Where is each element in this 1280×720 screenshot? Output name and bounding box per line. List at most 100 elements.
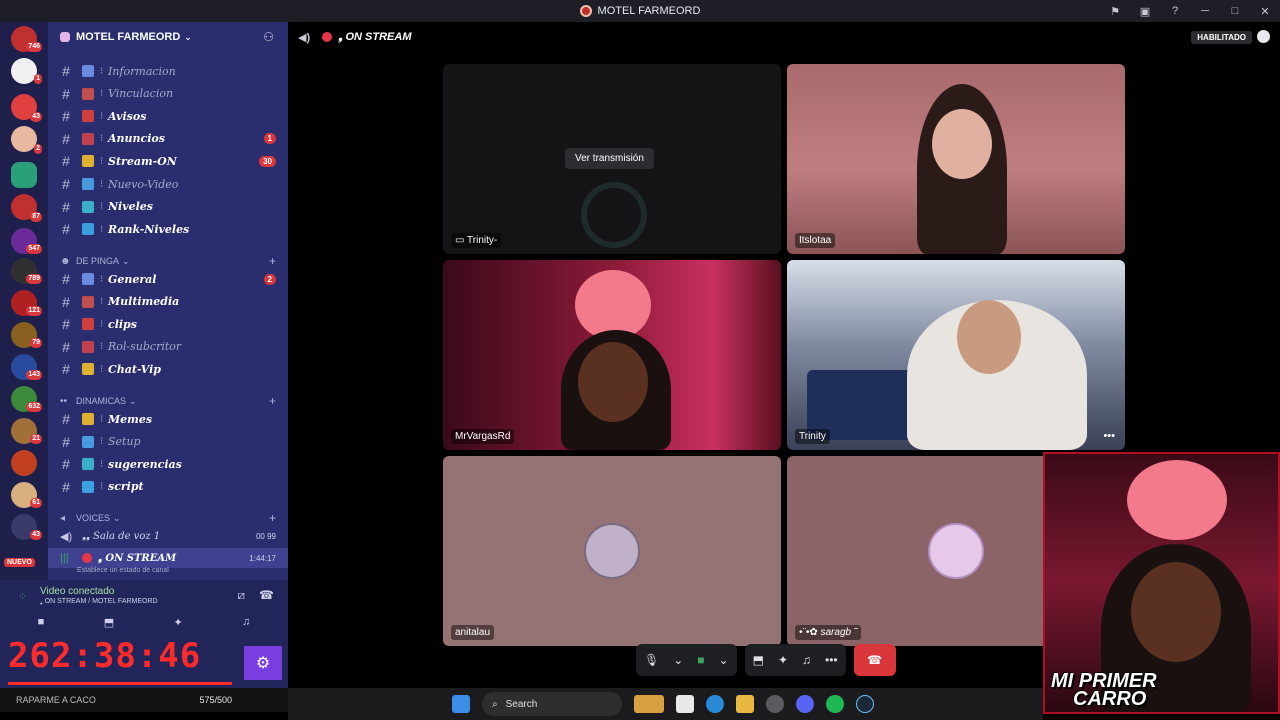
channel-item[interactable]: # ⁝ Chat-Vip — [48, 358, 288, 380]
help-icon[interactable]: ? — [1160, 5, 1190, 17]
tile-username: MrVargasRd — [451, 429, 515, 444]
inbox-icon[interactable]: ⚑ — [1100, 5, 1130, 18]
chevron-down-icon: ⌄ — [129, 395, 137, 406]
channel-item[interactable]: # ⁝ Rank-Niveles — [48, 218, 288, 240]
maximize-button[interactable]: □ — [1220, 5, 1250, 17]
audio-tile-anitalau[interactable]: anitalau — [443, 456, 781, 646]
channel-item[interactable]: # ⁝ Avisos — [48, 105, 288, 127]
noise-suppression-icon[interactable]: ⧄ — [237, 588, 245, 603]
timer-progress — [8, 682, 232, 685]
taskbar-search[interactable]: ⌕ Search — [482, 692, 622, 716]
channel-item[interactable]: # ⁝ Niveles — [48, 196, 288, 218]
timer-progress-fill — [8, 682, 232, 685]
channel-name: Avisos — [108, 109, 147, 123]
live-audio-icon: ||| — [60, 552, 69, 564]
video-tile-itslotaa[interactable]: Itslotaa — [787, 64, 1125, 254]
file-explorer-icon[interactable] — [736, 695, 754, 713]
screen-icon[interactable]: ▣ — [1130, 5, 1160, 18]
camera-icon[interactable]: ■ — [697, 653, 704, 667]
screen-share-icon: ▭ — [455, 235, 468, 246]
voice-location[interactable]: ❟ ON STREAM / MOTEL FARMEORD — [40, 598, 158, 606]
widget-icon[interactable] — [634, 695, 664, 713]
spotify-icon[interactable] — [826, 695, 844, 713]
camera-icon[interactable]: ■ — [38, 616, 45, 638]
channel-item[interactable]: # ⁝ Stream-ON 30 — [48, 150, 288, 172]
channel-item[interactable]: # ⁝ Setup — [48, 431, 288, 453]
steam-icon[interactable] — [856, 695, 874, 713]
voice-category-icon: ◂ — [60, 512, 66, 524]
folder-icon[interactable] — [11, 162, 37, 188]
stage-header: ◀) ❟ ON STREAM HABILITADO — [288, 22, 1280, 52]
server-header[interactable]: MOTEL FARMEORD ⌄ ⚇ — [48, 22, 288, 52]
voice-channel-name: ❟❟ Sala de voz 1 — [82, 530, 161, 542]
invite-people-icon[interactable]: ⚇ — [263, 30, 274, 44]
habilitado-badge[interactable]: HABILITADO — [1191, 31, 1252, 44]
category-voices[interactable]: ◂ VOICES ⌄ + — [48, 510, 288, 526]
edge-icon[interactable] — [706, 695, 724, 713]
channel-emoji-icon — [82, 110, 94, 123]
separator-icon: ⁝ — [100, 436, 104, 448]
channel-emoji-icon — [82, 223, 94, 236]
channel-status-prompt[interactable]: Establece un estado de canal — [77, 567, 169, 574]
channel-emoji-icon — [82, 87, 94, 100]
category-label: DE PINGA — [76, 256, 120, 266]
channel-item[interactable]: # ⁝ script — [48, 476, 288, 498]
video-tile-trinity[interactable]: Trinity ••• — [787, 260, 1125, 450]
channel-name: Rol-subcritor — [108, 340, 182, 354]
tile-username: Itslotaa — [795, 233, 836, 248]
discord-icon[interactable] — [796, 695, 814, 713]
screenshare-icon[interactable]: ⬒ — [104, 616, 114, 638]
separator-icon: ⁝ — [100, 458, 104, 470]
avatar — [584, 523, 640, 579]
speaker-icon: ◀) — [298, 31, 311, 44]
create-channel-icon[interactable]: + — [269, 254, 276, 268]
soundboard-icon[interactable]: ♫ — [802, 653, 811, 667]
settings-icon[interactable]: ⚙ — [244, 646, 282, 680]
channel-item[interactable]: # ⁝ clips — [48, 313, 288, 335]
channel-item[interactable]: # ⁝ Rol-subcritor — [48, 336, 288, 358]
disconnect-icon[interactable]: ☎ — [259, 588, 274, 603]
voice-channel-on-stream[interactable]: ||| ❟ ON STREAM 1:44:17 — [48, 548, 288, 568]
minimize-button[interactable]: ─ — [1190, 5, 1220, 17]
hashtag-icon: # — [62, 130, 70, 147]
screenshare-icon[interactable]: ⬒ — [753, 653, 764, 667]
activities-icon[interactable]: ✦ — [173, 616, 182, 638]
channel-item[interactable]: # ⁝ sugerencias — [48, 453, 288, 475]
stream-tile-trinity-screen[interactable]: Ver transmisión ▭ Trinity- — [443, 64, 781, 254]
channel-emoji-icon — [82, 363, 94, 376]
chevron-down-icon[interactable]: ⌄ — [719, 653, 729, 667]
channel-item[interactable]: # ⁝ General 2 — [48, 268, 288, 290]
channel-item[interactable]: # ⁝ Informacion — [48, 60, 288, 82]
channel-emoji-icon — [82, 132, 94, 145]
goal-count: 575/500 — [199, 695, 232, 705]
hang-up-button[interactable]: ☎ — [853, 644, 896, 676]
chevron-down-icon[interactable]: ⌄ — [673, 653, 683, 667]
watch-stream-button[interactable]: Ver transmisión — [565, 148, 654, 169]
channel-item[interactable]: # ⁝ Memes — [48, 408, 288, 430]
activities-icon[interactable]: ✦ — [778, 653, 788, 667]
server-icon[interactable] — [11, 450, 37, 476]
channel-item[interactable]: # ⁝ Vinculacion — [48, 83, 288, 105]
server-name: MOTEL FARMEORD — [76, 31, 181, 43]
video-tile-mrvargasrd[interactable]: MrVargasRd — [443, 260, 781, 450]
chrome-icon[interactable] — [766, 695, 784, 713]
server-icon[interactable] — [11, 58, 37, 84]
close-button[interactable]: ✕ — [1250, 5, 1280, 18]
voice-channel-sala[interactable]: ◀) ❟❟ Sala de voz 1 00 99 — [48, 526, 288, 546]
channel-item[interactable]: # ⁝ Anuncios 1 — [48, 128, 288, 150]
server-icon[interactable] — [11, 126, 37, 152]
microphone-icon[interactable]: 🎙 — [644, 653, 659, 667]
soundboard-icon[interactable]: ♫ — [242, 616, 250, 638]
task-view-icon[interactable] — [676, 695, 694, 713]
create-channel-icon[interactable]: + — [269, 511, 276, 525]
category-de-pinga[interactable]: ☻ DE PINGA ⌄ + — [48, 253, 288, 269]
channel-item[interactable]: # ⁝ Multimedia — [48, 291, 288, 313]
chat-icon[interactable] — [1257, 30, 1270, 43]
channel-item[interactable]: # ⁝ Nuevo-Video — [48, 173, 288, 195]
more-options-icon[interactable]: ••• — [1103, 430, 1115, 442]
hashtag-icon: # — [62, 338, 70, 355]
category-dinamicas[interactable]: •• DINAMICAS ⌄ + — [48, 393, 288, 409]
windows-start-icon[interactable] — [452, 695, 470, 713]
create-channel-icon[interactable]: + — [269, 394, 276, 408]
more-options-icon[interactable]: ••• — [825, 653, 838, 667]
